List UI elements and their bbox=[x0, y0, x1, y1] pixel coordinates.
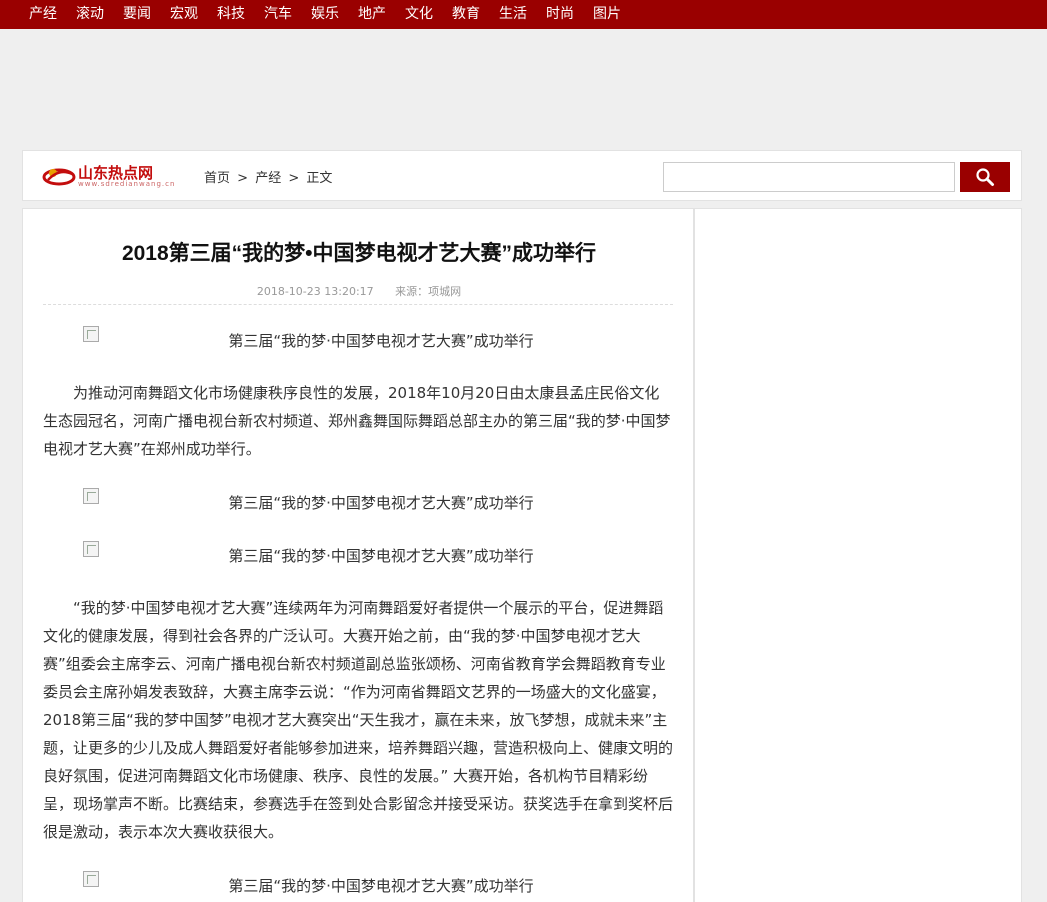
image-caption: 第三届“我的梦·中国梦电视才艺大赛”成功举行 bbox=[228, 877, 534, 895]
nav-item[interactable]: 要闻 bbox=[123, 0, 151, 29]
ad-banner-area bbox=[0, 30, 1047, 148]
nav-item[interactable]: 生活 bbox=[499, 0, 527, 29]
nav-item[interactable]: 滚动 bbox=[76, 0, 104, 29]
article-image: 第三届“我的梦·中国梦电视才艺大赛”成功举行 bbox=[43, 541, 673, 569]
logo-subtext: www.sdredianwang.cn bbox=[78, 180, 176, 188]
image-caption: 第三届“我的梦·中国梦电视才艺大赛”成功举行 bbox=[228, 494, 534, 512]
article-image: 第三届“我的梦·中国梦电视才艺大赛”成功举行 bbox=[43, 326, 673, 354]
breadcrumb-current: 正文 bbox=[306, 171, 333, 186]
logo-swirl-icon bbox=[42, 168, 76, 186]
image-caption: 第三届“我的梦·中国梦电视才艺大赛”成功举行 bbox=[228, 332, 534, 350]
breadcrumb-separator: > bbox=[237, 171, 249, 186]
top-nav-list: 产经 滚动 要闻 宏观 科技 汽车 娱乐 地产 文化 教育 生活 时尚 图片 bbox=[0, 0, 1047, 29]
top-nav: 产经 滚动 要闻 宏观 科技 汽车 娱乐 地产 文化 教育 生活 时尚 图片 bbox=[0, 0, 1047, 29]
article-image: 第三届“我的梦·中国梦电视才艺大赛”成功举行 bbox=[43, 488, 673, 516]
nav-item[interactable]: 产经 bbox=[29, 0, 57, 29]
nav-item[interactable]: 汽车 bbox=[264, 0, 292, 29]
article-meta: 2018-10-23 13:20:17 来源：项城网 bbox=[23, 283, 695, 299]
title-divider bbox=[43, 304, 673, 305]
nav-item[interactable]: 文化 bbox=[405, 0, 433, 29]
search-icon bbox=[976, 168, 994, 186]
search-button[interactable] bbox=[960, 162, 1010, 192]
article-date: 2018-10-23 13:20:17 bbox=[256, 285, 374, 298]
article-title: 2018第三届“我的梦•中国梦电视才艺大赛”成功举行 bbox=[121, 242, 597, 265]
nav-item[interactable]: 宏观 bbox=[170, 0, 198, 29]
article-image: 第三届“我的梦·中国梦电视才艺大赛”成功举行 bbox=[43, 871, 673, 899]
nav-item[interactable]: 教育 bbox=[452, 0, 480, 29]
site-logo[interactable]: 山东热点网 www.sdredianwang.cn bbox=[42, 162, 184, 190]
article-paragraph: 为推动河南舞蹈文化市场健康秩序良性的发展，2018年10月20日由太康县孟庄民俗… bbox=[43, 384, 671, 458]
search-input[interactable] bbox=[663, 162, 955, 192]
article-source: 来源：项城网 bbox=[395, 285, 462, 298]
nav-item[interactable]: 地产 bbox=[358, 0, 386, 29]
article-paragraph: “我的梦·中国梦电视才艺大赛”连续两年为河南舞蹈爱好者提供一个展示的平台，促进舞… bbox=[43, 599, 674, 841]
image-caption: 第三届“我的梦·中国梦电视才艺大赛”成功举行 bbox=[228, 547, 534, 565]
breadcrumb-separator: > bbox=[288, 171, 300, 186]
nav-item[interactable]: 图片 bbox=[593, 0, 621, 29]
nav-item[interactable]: 娱乐 bbox=[311, 0, 339, 29]
nav-item[interactable]: 科技 bbox=[217, 0, 245, 29]
site-header: 山东热点网 www.sdredianwang.cn 首页 > 产经 > 正文 bbox=[22, 150, 1022, 201]
sidebar-panel bbox=[694, 208, 1022, 902]
breadcrumb: 首页 > 产经 > 正文 bbox=[204, 167, 335, 186]
breadcrumb-category[interactable]: 产经 bbox=[255, 171, 281, 186]
breadcrumb-home[interactable]: 首页 bbox=[204, 171, 230, 186]
article-panel: 2018第三届“我的梦•中国梦电视才艺大赛”成功举行 2018-10-23 13… bbox=[22, 208, 694, 902]
nav-item[interactable]: 时尚 bbox=[546, 0, 574, 29]
